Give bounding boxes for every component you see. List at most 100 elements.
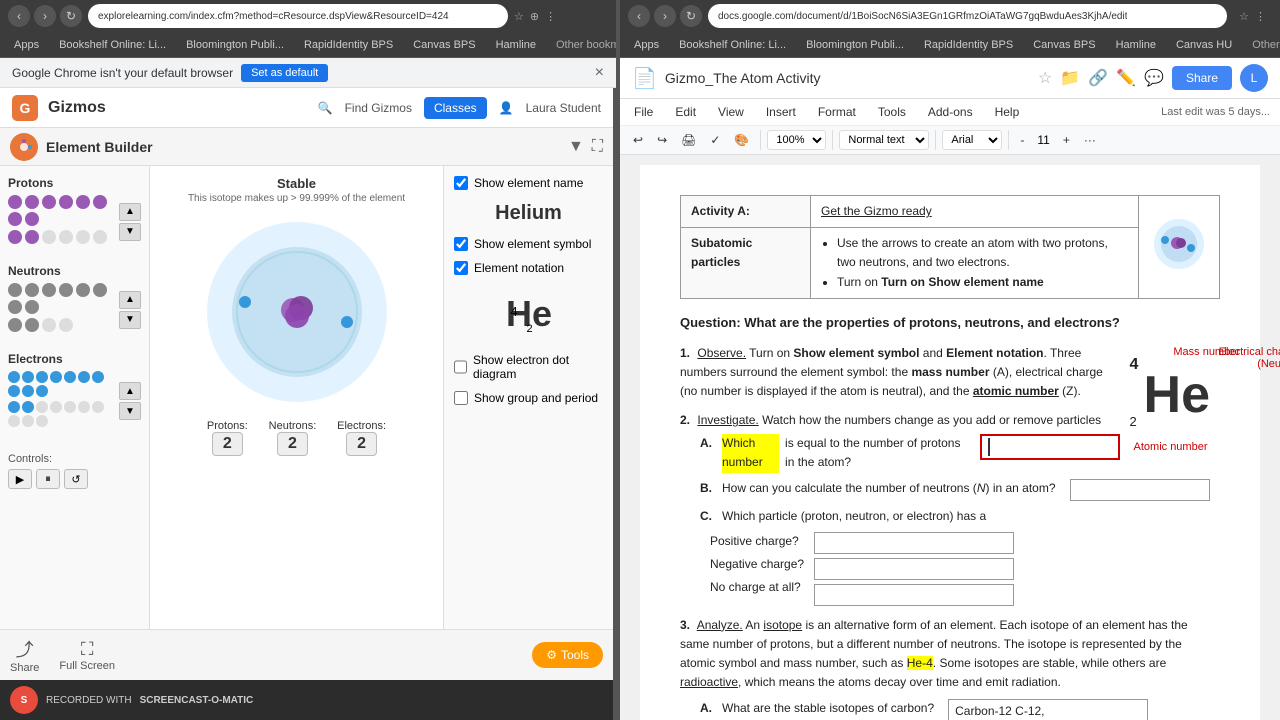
negative-answer-box[interactable] xyxy=(814,558,1014,580)
show-element-name-checkbox[interactable]: Show element name xyxy=(454,176,603,190)
classes-button[interactable]: Classes xyxy=(424,97,487,119)
q2c-letter: C. xyxy=(700,507,716,526)
docs-link-icon[interactable]: 🔗 xyxy=(1088,68,1108,88)
close-notification-icon[interactable]: × xyxy=(595,64,604,82)
menu-addons[interactable]: Add-ons xyxy=(924,103,977,121)
electron-dot xyxy=(22,371,34,383)
neutral-label: (Neutral) xyxy=(1257,356,1280,374)
bookmark-canvas-bps[interactable]: Canvas BPS xyxy=(407,37,481,53)
q2a-answer-box[interactable] xyxy=(980,434,1120,460)
show-element-symbol-checkbox[interactable]: Show element symbol xyxy=(454,237,603,251)
undo-btn[interactable]: ↩ xyxy=(628,130,648,150)
reset-btn[interactable]: ↺ xyxy=(64,469,88,489)
reload-btn[interactable]: ↻ xyxy=(60,5,82,27)
toolbar-divider3 xyxy=(935,130,936,150)
find-gizmos-link[interactable]: Find Gizmos xyxy=(345,101,412,115)
share-button-docs[interactable]: Share xyxy=(1172,66,1232,90)
redo-btn[interactable]: ↪ xyxy=(652,130,672,150)
back-btn[interactable]: ‹ xyxy=(8,5,30,27)
play-btn[interactable]: ▶ xyxy=(8,469,32,489)
electron-dots-row1 xyxy=(8,371,115,397)
spellcheck-btn[interactable]: ✓ xyxy=(705,130,725,150)
menu-help[interactable]: Help xyxy=(991,103,1024,121)
more-options-btn[interactable]: ··· xyxy=(1079,130,1101,150)
stable-desc: This isotope makes up > 99.999% of the e… xyxy=(188,193,405,204)
docs-star-icon[interactable]: ☆ xyxy=(1038,68,1052,88)
print-btn[interactable]: 🖨 xyxy=(676,130,701,150)
he-mass-number: 4 xyxy=(510,304,517,319)
star-icon[interactable]: ☆ xyxy=(514,10,524,23)
bookmark-rapididentity[interactable]: RapidIdentity BPS xyxy=(298,37,399,53)
zoom-select[interactable]: 100% xyxy=(767,130,826,150)
fullscreen-button[interactable]: ⛶ Full Screen xyxy=(59,639,115,672)
bookmark-icon[interactable]: ⊕ xyxy=(530,10,539,23)
tools-button[interactable]: ⚙ Tools xyxy=(532,642,603,668)
collapse-icon[interactable]: ▼ xyxy=(568,138,584,156)
element-notation-checkbox[interactable]: Element notation xyxy=(454,261,603,275)
docs-bm-apps[interactable]: Apps xyxy=(628,37,665,53)
pause-btn[interactable]: ⏸ xyxy=(36,469,60,489)
docs-address-bar[interactable]: docs.google.com/document/d/1BoiSocN6SiA3… xyxy=(708,4,1227,28)
show-electron-dot-input[interactable] xyxy=(454,360,467,374)
expand-fullscreen-icon[interactable]: ⛶ xyxy=(592,138,603,156)
share-button[interactable]: ⤴ Share xyxy=(10,636,39,674)
proton-up-btn[interactable]: ▲ xyxy=(119,203,141,221)
bookmark-hamline[interactable]: Hamline xyxy=(490,37,542,53)
show-group-period-checkbox[interactable]: Show group and period xyxy=(454,391,603,405)
star-icon-right[interactable]: ☆ xyxy=(1239,10,1249,23)
docs-bm-more[interactable]: Other bookma... xyxy=(1246,37,1280,53)
font-select[interactable]: Arial xyxy=(942,130,1002,150)
proton-down-btn[interactable]: ▼ xyxy=(119,223,141,241)
menu-edit[interactable]: Edit xyxy=(671,103,700,121)
q3a-answer-box[interactable]: Carbon-12 C-12, xyxy=(948,699,1148,720)
neutron-dots-row1 xyxy=(8,283,115,314)
bookmark-bloomington[interactable]: Bloomington Publi... xyxy=(180,37,290,53)
show-electron-dot-checkbox[interactable]: Show electron dot diagram xyxy=(454,353,603,381)
positive-answer-box[interactable] xyxy=(814,532,1014,554)
element-notation-input[interactable] xyxy=(454,261,468,275)
bookmark-bookshelf[interactable]: Bookshelf Online: Li... xyxy=(53,37,172,53)
address-bar-left[interactable]: explorelearning.com/index.cfm?method=cRe… xyxy=(88,4,508,28)
docs-bm-canvas-bps[interactable]: Canvas BPS xyxy=(1027,37,1101,53)
forward-btn[interactable]: › xyxy=(34,5,56,27)
style-select[interactable]: Normal text xyxy=(839,130,929,150)
font-size-increase-btn[interactable]: + xyxy=(1058,130,1075,150)
electron-up-btn[interactable]: ▲ xyxy=(119,382,141,400)
menu-icon-right[interactable]: ⋮ xyxy=(1255,10,1266,23)
docs-user-avatar[interactable]: L xyxy=(1240,64,1268,92)
docs-folder-icon[interactable]: 📁 xyxy=(1060,68,1080,88)
menu-icon[interactable]: ⋮ xyxy=(545,10,556,23)
docs-back-btn[interactable]: ‹ xyxy=(628,5,650,27)
paint-format-btn[interactable]: 🎨 xyxy=(729,130,754,150)
docs-forward-btn[interactable]: › xyxy=(654,5,676,27)
font-size-decrease-btn[interactable]: - xyxy=(1015,130,1029,150)
docs-bm-canvas-hu[interactable]: Canvas HU xyxy=(1170,37,1238,53)
docs-bm-hamline[interactable]: Hamline xyxy=(1110,37,1162,53)
menu-tools[interactable]: Tools xyxy=(874,103,910,121)
menu-view[interactable]: View xyxy=(714,103,748,121)
docs-bm-rapididentity[interactable]: RapidIdentity BPS xyxy=(918,37,1019,53)
show-element-symbol-input[interactable] xyxy=(454,237,468,251)
docs-edit-toolbar-icon[interactable]: ✏️ xyxy=(1116,68,1136,88)
docs-bm-bookshelf[interactable]: Bookshelf Online: Li... xyxy=(673,37,792,53)
show-group-period-input[interactable] xyxy=(454,391,468,405)
menu-format[interactable]: Format xyxy=(814,103,860,121)
neutron-up-btn[interactable]: ▲ xyxy=(119,291,141,309)
docs-comment-icon[interactable]: 💬 xyxy=(1144,68,1164,88)
neutron-down-btn[interactable]: ▼ xyxy=(119,311,141,329)
set-default-button[interactable]: Set as default xyxy=(241,64,328,82)
menu-insert[interactable]: Insert xyxy=(762,103,800,121)
electron-arrow-controls[interactable]: ▲ ▼ xyxy=(119,382,141,420)
show-element-name-input[interactable] xyxy=(454,176,468,190)
no-charge-answer-box[interactable] xyxy=(814,584,1014,606)
q1-num: 1. xyxy=(680,346,690,360)
menu-file[interactable]: File xyxy=(630,103,657,121)
docs-reload-btn[interactable]: ↻ xyxy=(680,5,702,27)
docs-body[interactable]: Activity A: Get the Gizmo ready xyxy=(620,155,1280,720)
bookmark-apps[interactable]: Apps xyxy=(8,37,45,53)
electron-down-btn[interactable]: ▼ xyxy=(119,402,141,420)
q2b-answer-box[interactable] xyxy=(1070,479,1210,501)
proton-arrow-controls[interactable]: ▲ ▼ xyxy=(119,203,141,241)
neutron-arrow-controls[interactable]: ▲ ▼ xyxy=(119,291,141,329)
docs-bm-bloomington[interactable]: Bloomington Publi... xyxy=(800,37,910,53)
